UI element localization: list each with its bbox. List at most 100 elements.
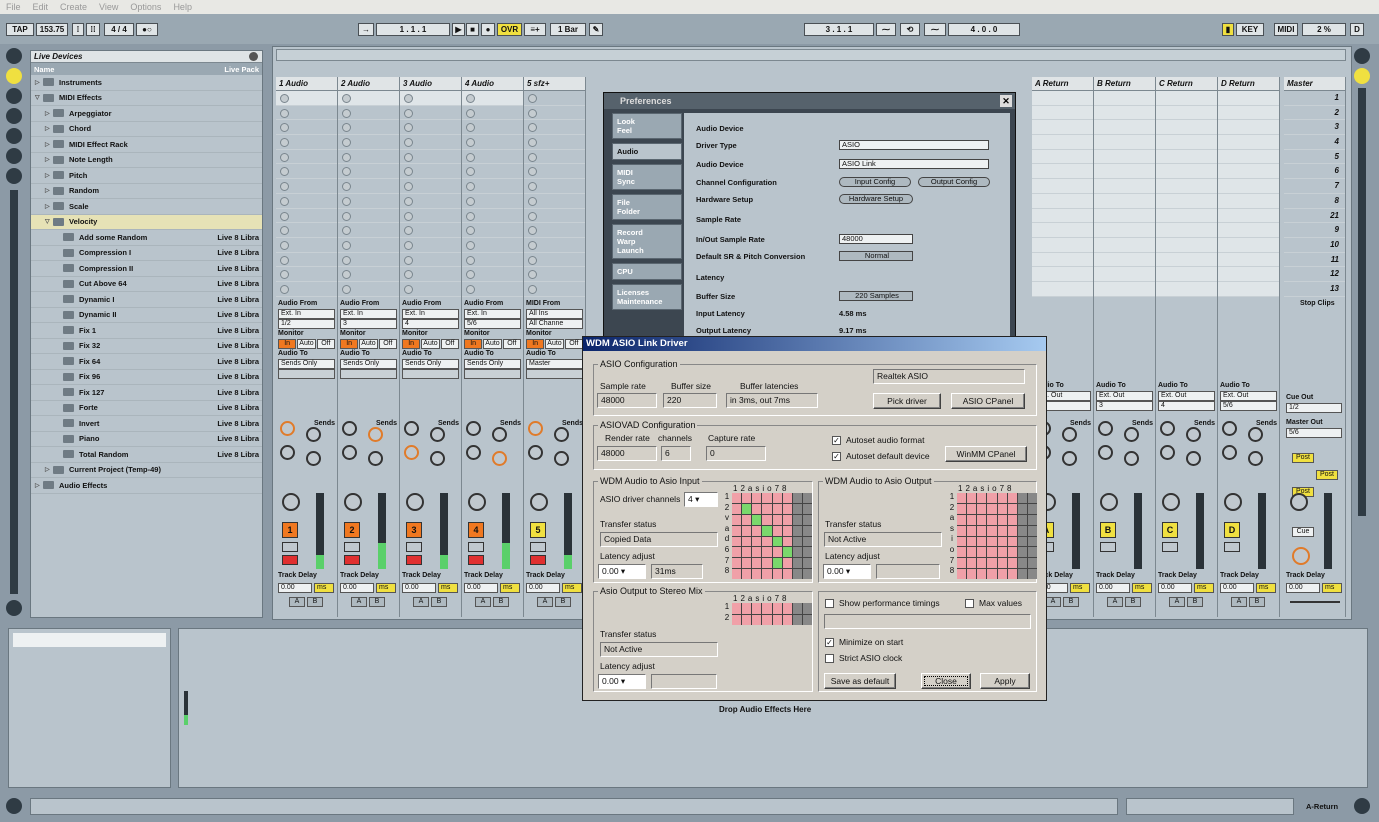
- matrix-cell[interactable]: [782, 569, 792, 579]
- send-knob[interactable]: [306, 427, 321, 442]
- monitor-auto-button[interactable]: Auto: [483, 339, 502, 349]
- clip-slot[interactable]: [338, 209, 399, 224]
- clip-slot[interactable]: [1032, 179, 1093, 194]
- clip-slot[interactable]: [1032, 135, 1093, 150]
- input-channel-select[interactable]: All Channe: [526, 319, 583, 329]
- close-icon[interactable]: ✕: [1000, 95, 1012, 107]
- browser-item[interactable]: Fix 96 Live 8 Libra: [31, 370, 262, 385]
- crossfade-a-button[interactable]: A: [351, 597, 367, 607]
- matrix-cell[interactable]: [967, 525, 977, 536]
- browser-item[interactable]: ▷ Arpeggiator: [31, 106, 262, 122]
- send-knob[interactable]: [404, 421, 419, 436]
- matrix-cell[interactable]: [732, 525, 742, 536]
- track-delay-field[interactable]: 0.00: [1096, 583, 1130, 593]
- menu-item[interactable]: Options: [130, 2, 161, 12]
- browser-item[interactable]: Compression II Live 8 Libra: [31, 261, 262, 277]
- send-knob[interactable]: [1062, 427, 1077, 442]
- clip-slot[interactable]: [1156, 149, 1217, 165]
- column-name[interactable]: Name: [34, 65, 54, 74]
- track-activator-button[interactable]: 5: [530, 522, 546, 538]
- post-button[interactable]: Post: [1316, 470, 1338, 480]
- send-knob[interactable]: [466, 421, 481, 436]
- delay-unit-button[interactable]: ms: [438, 583, 458, 593]
- delay-unit-button[interactable]: ms: [500, 583, 520, 593]
- matrix-cell[interactable]: [792, 514, 802, 525]
- scene-launch-button[interactable]: 12: [1284, 267, 1345, 282]
- browser-item[interactable]: ▽ MIDI Effects: [31, 91, 262, 106]
- input-config-button[interactable]: Input Config: [839, 177, 911, 187]
- output-type-select[interactable]: Ext. Out: [1158, 391, 1215, 401]
- browser-item[interactable]: Compression I Live 8 Libra: [31, 246, 262, 261]
- clip-slot[interactable]: [462, 106, 523, 121]
- matrix-cell[interactable]: [732, 558, 742, 569]
- matrix-cell[interactable]: [772, 614, 782, 625]
- browser-item[interactable]: Fix 32 Live 8 Libra: [31, 339, 262, 354]
- clip-slot[interactable]: [462, 179, 523, 194]
- matrix-cell[interactable]: [1007, 493, 1017, 503]
- send-knob[interactable]: [342, 445, 357, 460]
- monitor-in-button[interactable]: In: [464, 339, 483, 349]
- clip-slot[interactable]: [400, 223, 461, 238]
- send-knob[interactable]: [1186, 427, 1201, 442]
- browser-item[interactable]: ▷ Scale: [31, 199, 262, 215]
- clip-slot[interactable]: [1156, 91, 1217, 106]
- track-activator-button[interactable]: 2: [344, 522, 360, 538]
- matrix-cell[interactable]: [762, 503, 772, 514]
- delay-unit-button[interactable]: ms: [1256, 583, 1276, 593]
- matrix-cell[interactable]: [967, 569, 977, 579]
- matrix-cell[interactable]: [1017, 569, 1027, 579]
- matrix-cell[interactable]: [987, 525, 997, 536]
- stereo-routing-matrix[interactable]: [732, 603, 812, 625]
- output-config-button[interactable]: Output Config: [918, 177, 990, 187]
- send-knob[interactable]: [1098, 421, 1113, 436]
- monitor-auto-button[interactable]: Auto: [359, 339, 378, 349]
- matrix-cell[interactable]: [782, 547, 792, 558]
- nudge-down-button[interactable]: ⁞: [72, 23, 84, 36]
- punch-out-button[interactable]: ⁓: [924, 23, 946, 36]
- clip-slot[interactable]: [1218, 223, 1279, 238]
- clip-slot[interactable]: [1032, 120, 1093, 136]
- matrix-cell[interactable]: [1027, 503, 1037, 514]
- matrix-cell[interactable]: [732, 493, 742, 503]
- solo-button[interactable]: [282, 542, 298, 552]
- matrix-cell[interactable]: [782, 525, 792, 536]
- matrix-cell[interactable]: [997, 547, 1007, 558]
- input-channel-select[interactable]: 4: [402, 319, 459, 329]
- send-knob[interactable]: [1124, 451, 1139, 466]
- clip-slot[interactable]: [524, 91, 585, 106]
- matrix-cell[interactable]: [802, 493, 812, 503]
- pan-knob[interactable]: [344, 493, 362, 511]
- monitor-in-button[interactable]: In: [340, 339, 359, 349]
- matrix-cell[interactable]: [967, 503, 977, 514]
- hardware-setup-button[interactable]: Hardware Setup: [839, 194, 913, 204]
- clip-slot[interactable]: [524, 267, 585, 282]
- matrix-cell[interactable]: [752, 558, 762, 569]
- clip-slot[interactable]: [276, 120, 337, 136]
- input-channel-select[interactable]: 3: [340, 319, 397, 329]
- matrix-cell[interactable]: [772, 558, 782, 569]
- matrix-cell[interactable]: [772, 536, 782, 547]
- clip-slot[interactable]: [276, 253, 337, 268]
- scene-launch-button[interactable]: 2: [1284, 106, 1345, 121]
- pan-knob[interactable]: [282, 493, 300, 511]
- matrix-cell[interactable]: [782, 503, 792, 514]
- matrix-cell[interactable]: [987, 547, 997, 558]
- matrix-cell[interactable]: [732, 614, 742, 625]
- clip-slot[interactable]: [338, 150, 399, 165]
- matrix-cell[interactable]: [977, 547, 987, 558]
- matrix-cell[interactable]: [732, 603, 742, 614]
- midi-map-button[interactable]: MIDI: [1274, 23, 1298, 36]
- clip-slot[interactable]: [276, 282, 337, 297]
- solo-button[interactable]: [530, 542, 546, 552]
- scene-launch-button[interactable]: 7: [1284, 179, 1345, 194]
- clip-slot[interactable]: [462, 120, 523, 136]
- clip-slot[interactable]: [462, 253, 523, 268]
- track-activator-button[interactable]: 1: [282, 522, 298, 538]
- output-type-select[interactable]: Ext. Out: [1096, 391, 1153, 401]
- audio-device-select[interactable]: ASIO Link: [839, 159, 989, 169]
- crossfade-a-button[interactable]: A: [537, 597, 553, 607]
- clip-slot[interactable]: [1218, 179, 1279, 194]
- crossfade-b-button[interactable]: B: [1063, 597, 1079, 607]
- send-knob[interactable]: [1160, 421, 1175, 436]
- matrix-cell[interactable]: [742, 569, 752, 579]
